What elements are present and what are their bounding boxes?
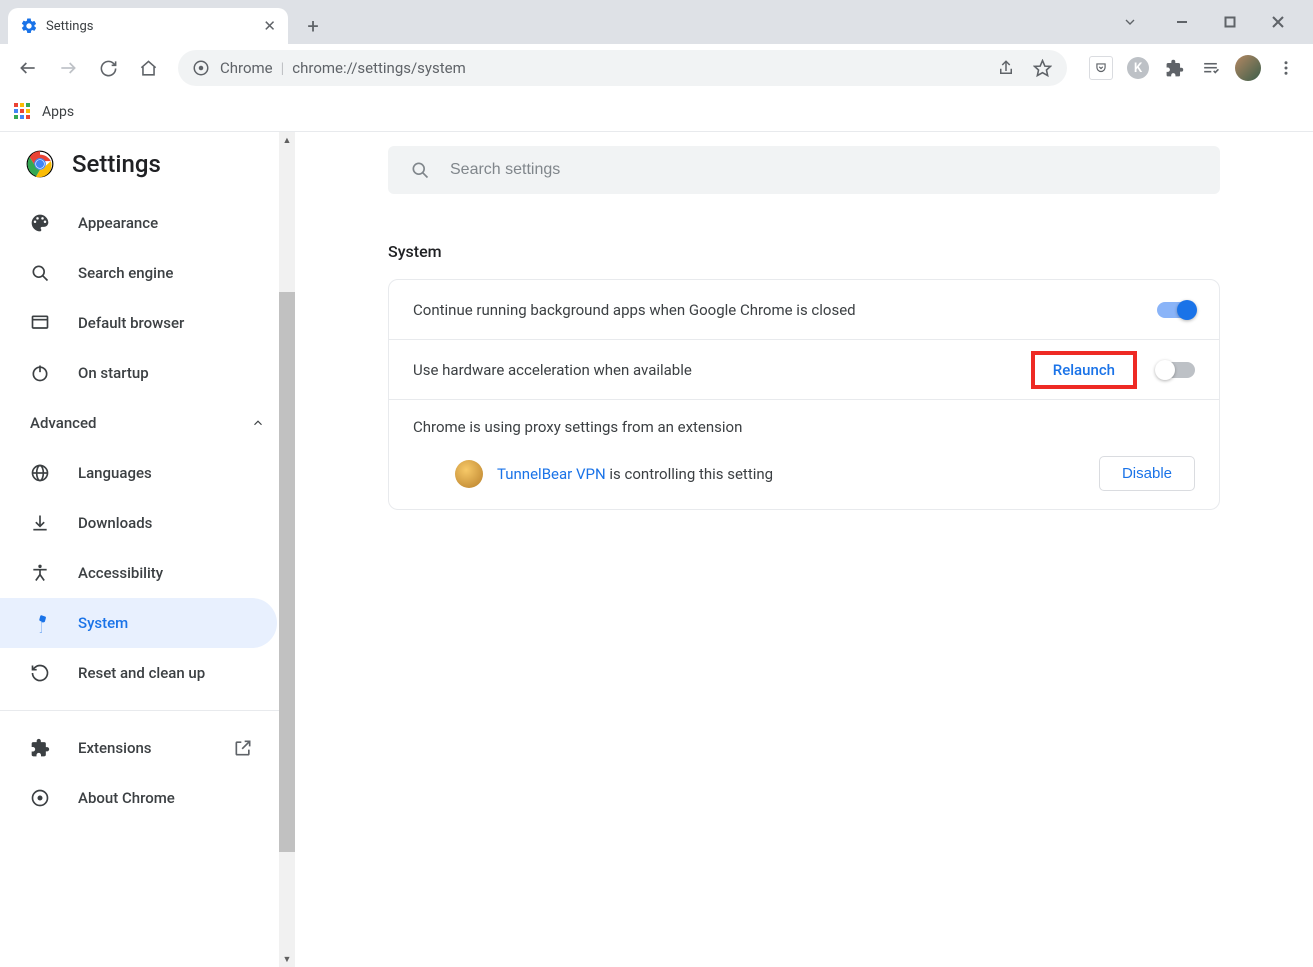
sidebar-item-label: Accessibility (78, 564, 163, 582)
sidebar-item-reset[interactable]: Reset and clean up (0, 648, 277, 698)
sidebar-item-search-engine[interactable]: Search engine (0, 248, 277, 298)
pocket-icon[interactable] (1089, 56, 1113, 80)
sidebar-item-on-startup[interactable]: On startup (0, 348, 277, 398)
relaunch-button[interactable]: Relaunch (1031, 351, 1137, 389)
search-settings-box[interactable] (388, 146, 1220, 194)
reload-button[interactable] (90, 50, 126, 86)
search-input[interactable] (450, 161, 1198, 179)
external-link-icon (233, 738, 253, 758)
sidebar-item-label: Reset and clean up (78, 664, 205, 682)
setting-row-background-apps: Continue running background apps when Go… (389, 280, 1219, 340)
setting-row-hardware-accel: Use hardware acceleration when available… (389, 340, 1219, 400)
sidebar-item-about[interactable]: About Chrome (0, 773, 277, 823)
sidebar-item-label: System (78, 614, 128, 632)
divider (0, 710, 295, 711)
forward-button[interactable] (50, 50, 86, 86)
sidebar-item-label: Search engine (78, 264, 173, 282)
window-controls (1117, 6, 1305, 44)
settings-page: ▲ ▼ Settings Appearance (0, 132, 1313, 967)
tunnelbear-icon (455, 460, 483, 488)
bookmark-star-icon[interactable] (1031, 57, 1053, 79)
sidebar-item-extensions[interactable]: Extensions (0, 723, 277, 773)
minimize-button[interactable] (1159, 6, 1205, 38)
omnibox-text: Chrome | chrome://settings/system (220, 59, 466, 77)
close-tab-icon[interactable]: ✕ (263, 19, 276, 34)
setting-row-proxy: Chrome is using proxy settings from an e… (389, 400, 1219, 509)
apps-label: Apps (42, 104, 74, 120)
sidebar-header: Settings (0, 150, 295, 198)
sidebar: ▲ ▼ Settings Appearance (0, 132, 295, 967)
sidebar-item-accessibility[interactable]: Accessibility (0, 548, 277, 598)
share-icon[interactable] (995, 57, 1017, 79)
site-info-icon[interactable] (192, 59, 210, 77)
new-tab-button[interactable]: + (298, 11, 328, 41)
section-title: System (388, 242, 1220, 261)
extension-suffix: is controlling this setting (606, 465, 773, 483)
sidebar-item-appearance[interactable]: Appearance (0, 198, 277, 248)
sidebar-item-label: Appearance (78, 214, 158, 232)
search-icon (410, 160, 430, 180)
advanced-label: Advanced (30, 414, 96, 432)
sidebar-title: Settings (72, 150, 161, 178)
gear-icon (20, 17, 38, 35)
sidebar-item-label: On startup (78, 364, 149, 382)
apps-icon (14, 103, 32, 121)
tab-search-button[interactable] (1117, 14, 1143, 30)
sidebar-item-label: About Chrome (78, 789, 175, 807)
toolbar: Chrome | chrome://settings/system K (0, 44, 1313, 92)
omnibox[interactable]: Chrome | chrome://settings/system (178, 50, 1067, 86)
chevron-up-icon (251, 416, 265, 430)
profile-avatar[interactable] (1235, 55, 1261, 81)
setting-label: Continue running background apps when Go… (413, 301, 1157, 319)
scrollbar[interactable]: ▲ ▼ (279, 132, 295, 967)
apps-shortcut[interactable]: Apps (14, 103, 74, 121)
sidebar-item-downloads[interactable]: Downloads (0, 498, 277, 548)
close-window-button[interactable] (1255, 6, 1301, 38)
proxy-heading: Chrome is using proxy settings from an e… (413, 418, 1195, 436)
tab-settings[interactable]: Settings ✕ (8, 8, 288, 44)
reading-list-icon[interactable] (1199, 57, 1221, 79)
chrome-logo-icon (26, 150, 54, 178)
tab-strip: Settings ✕ + (0, 0, 1313, 44)
back-button[interactable] (10, 50, 46, 86)
sidebar-section-advanced[interactable]: Advanced (0, 398, 295, 448)
sidebar-item-system[interactable]: System (0, 598, 277, 648)
setting-label: Use hardware acceleration when available (413, 361, 1031, 379)
disable-button[interactable]: Disable (1099, 456, 1195, 491)
sidebar-item-default-browser[interactable]: Default browser (0, 298, 277, 348)
scroll-up-arrow[interactable]: ▲ (279, 132, 295, 148)
sidebar-item-label: Default browser (78, 314, 184, 332)
extension-name-link[interactable]: TunnelBear VPN (497, 465, 606, 483)
sidebar-item-label: Downloads (78, 514, 152, 532)
maximize-button[interactable] (1207, 6, 1253, 38)
browser-chrome: Settings ✕ + Chrome | chrome://settings/… (0, 0, 1313, 132)
main-content: System Continue running background apps … (295, 132, 1313, 967)
toggle-hardware-accel[interactable] (1157, 362, 1195, 378)
sidebar-item-languages[interactable]: Languages (0, 448, 277, 498)
extensions-icon[interactable] (1163, 57, 1185, 79)
tab-title: Settings (46, 19, 93, 34)
sidebar-item-label: Languages (78, 464, 152, 482)
scrollbar-thumb[interactable] (279, 292, 295, 852)
k-extension-icon[interactable]: K (1127, 57, 1149, 79)
scroll-down-arrow[interactable]: ▼ (279, 951, 295, 967)
bookmark-bar: Apps (0, 92, 1313, 132)
system-settings-card: Continue running background apps when Go… (388, 279, 1220, 510)
sidebar-item-label: Extensions (78, 739, 152, 757)
menu-icon[interactable] (1275, 57, 1297, 79)
home-button[interactable] (130, 50, 166, 86)
toggle-background-apps[interactable] (1157, 302, 1195, 318)
